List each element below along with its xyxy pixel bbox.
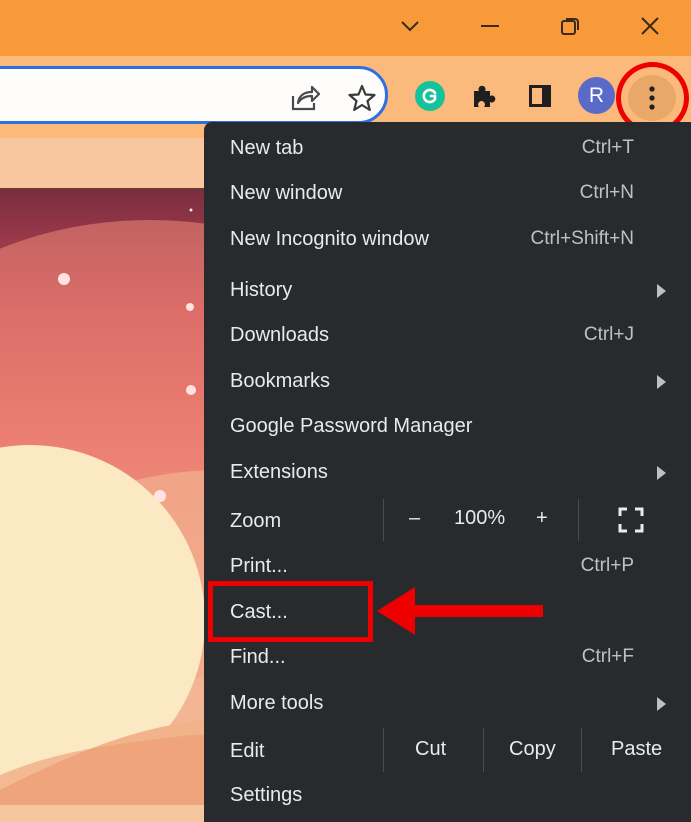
menu-item-label: Downloads (230, 324, 329, 346)
copy-button[interactable]: Copy (509, 738, 556, 761)
divider (383, 499, 384, 541)
edit-label: Edit (230, 740, 265, 762)
menu-item-new-incognito-window[interactable]: New Incognito window Ctrl+Shift+N (204, 220, 691, 260)
profile-avatar[interactable]: R (578, 77, 615, 114)
submenu-arrow-icon (657, 466, 666, 480)
menu-item-label: More tools (230, 692, 324, 714)
fullscreen-icon (618, 507, 644, 533)
share-button[interactable] (290, 83, 320, 113)
menu-item-zoom: Zoom – 100% + (204, 499, 691, 543)
menu-item-label: New Incognito window (230, 228, 429, 250)
menu-item-label: New window (230, 182, 343, 204)
extensions-button[interactable] (466, 78, 502, 114)
menu-item-shortcut: Ctrl+Shift+N (530, 228, 634, 249)
menu-item-label: New tab (230, 137, 304, 159)
menu-item-shortcut: Ctrl+F (581, 646, 634, 667)
red-arrow-annotation (377, 587, 543, 635)
cut-button[interactable]: Cut (415, 738, 446, 761)
zoom-level: 100% (454, 507, 506, 529)
restore-icon (561, 18, 579, 35)
submenu-arrow-icon (657, 284, 666, 298)
menu-item-shortcut: Ctrl+J (583, 324, 634, 345)
minimize-icon (481, 25, 499, 27)
grammarly-icon (415, 81, 445, 111)
tab-search-button[interactable] (384, 6, 436, 46)
divider (383, 728, 384, 772)
menu-item-find[interactable]: Find... Ctrl+F (204, 638, 691, 678)
menu-item-label: Settings (230, 784, 303, 806)
zoom-in-button[interactable]: + (536, 507, 548, 530)
menu-item-shortcut: Ctrl+T (581, 137, 634, 158)
chevron-down-icon (401, 21, 419, 32)
menu-item-label: Extensions (230, 461, 328, 483)
menu-item-more-tools[interactable]: More tools (204, 684, 691, 724)
close-button[interactable] (624, 6, 676, 46)
submenu-arrow-icon (657, 375, 666, 389)
restore-button[interactable] (544, 6, 596, 46)
menu-item-label: Google Password Manager (230, 415, 473, 437)
menu-item-history[interactable]: History (204, 271, 691, 311)
menu-item-label: Print... (230, 555, 288, 577)
divider (483, 728, 484, 772)
divider (581, 728, 582, 772)
menu-item-settings[interactable]: Settings (204, 776, 691, 816)
menu-item-label: Find... (230, 646, 286, 668)
side-panel-icon (529, 85, 551, 107)
share-icon (291, 85, 320, 111)
side-panel-button[interactable] (522, 78, 558, 114)
zoom-out-button[interactable]: – (409, 507, 420, 530)
submenu-arrow-icon (657, 697, 666, 711)
menu-item-bookmarks[interactable]: Bookmarks (204, 362, 691, 402)
close-icon (641, 17, 659, 35)
address-bar[interactable] (0, 66, 388, 124)
divider (578, 499, 579, 541)
puzzle-icon (474, 85, 496, 107)
paste-button[interactable]: Paste (611, 738, 662, 761)
title-bar (0, 0, 691, 56)
fullscreen-button[interactable] (618, 507, 644, 533)
star-icon (348, 84, 376, 112)
chrome-main-menu: New tab Ctrl+T New window Ctrl+N New Inc… (204, 122, 691, 822)
grammarly-extension-button[interactable] (412, 78, 448, 114)
menu-item-downloads[interactable]: Downloads Ctrl+J (204, 316, 691, 356)
menu-item-new-window[interactable]: New window Ctrl+N (204, 174, 691, 214)
menu-item-label: Bookmarks (230, 370, 331, 392)
minimize-button[interactable] (464, 6, 516, 46)
menu-item-password-manager[interactable]: Google Password Manager (204, 407, 691, 447)
cast-highlight-box (208, 581, 373, 642)
menu-item-label: History (230, 279, 293, 301)
menu-item-edit: Edit Cut Copy Paste (204, 728, 691, 772)
menu-item-shortcut: Ctrl+N (579, 182, 634, 203)
bookmark-star-button[interactable] (347, 83, 377, 113)
menu-item-new-tab[interactable]: New tab Ctrl+T (204, 129, 691, 169)
zoom-label: Zoom (230, 510, 282, 532)
menu-item-shortcut: Ctrl+P (580, 555, 634, 576)
menu-item-extensions[interactable]: Extensions (204, 453, 691, 493)
